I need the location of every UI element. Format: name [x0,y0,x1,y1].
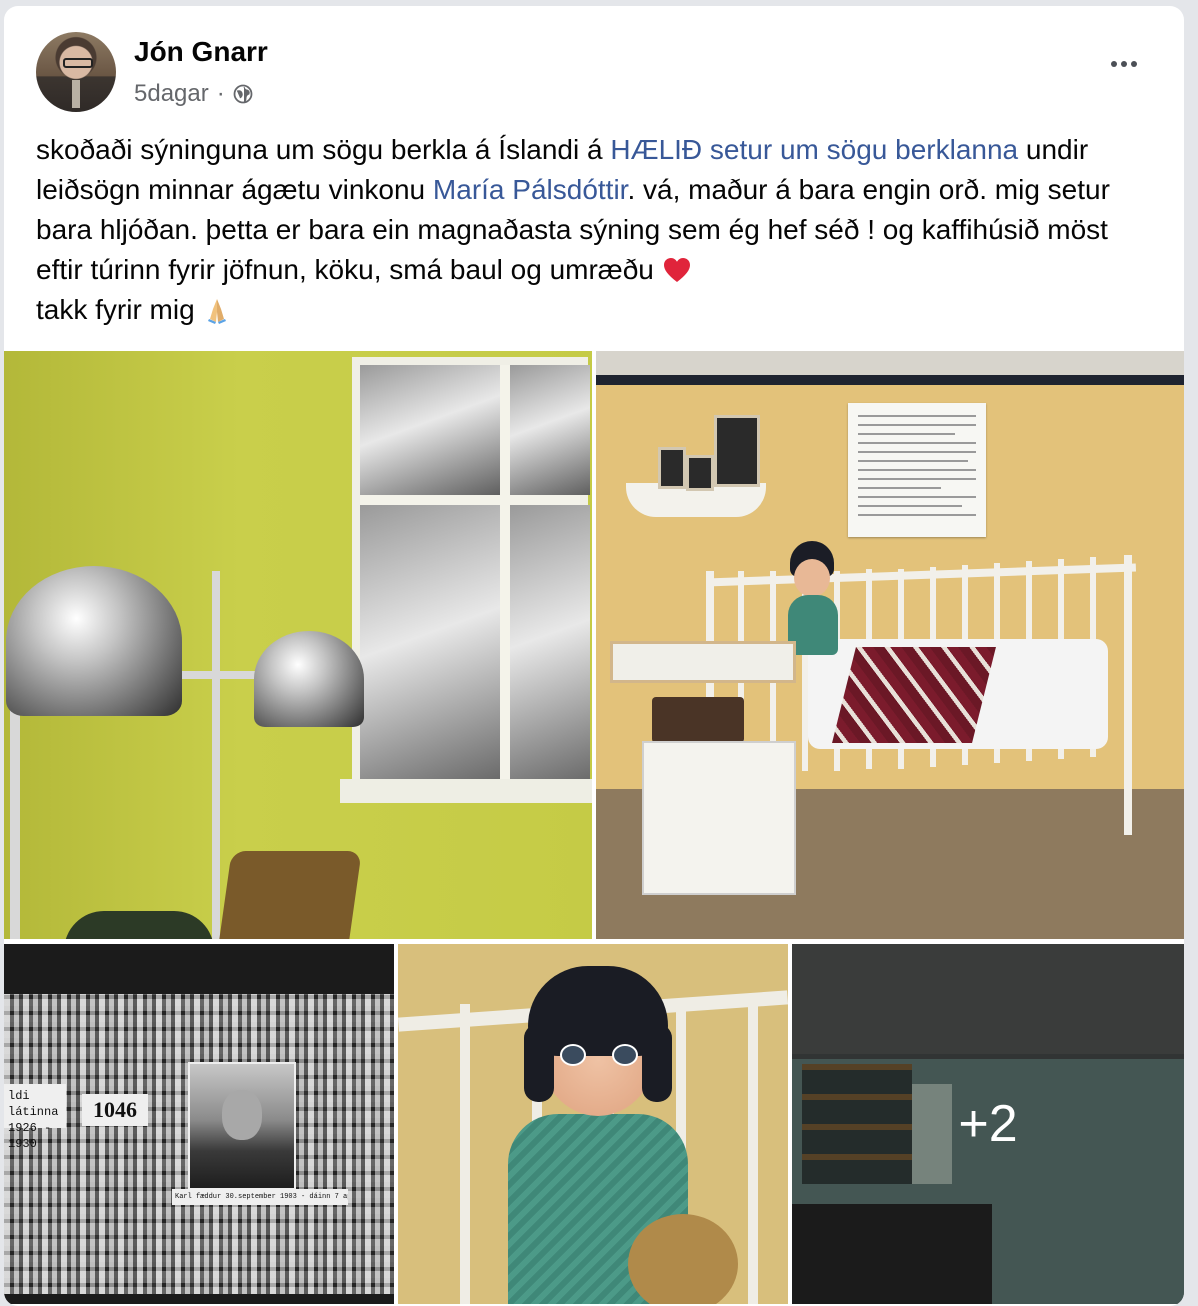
more-dot [1121,61,1127,67]
sunlamp [6,566,182,716]
window-sill [340,779,592,803]
doll-hat-flap [642,1024,672,1102]
photo-frame [714,415,760,487]
photo-frame [686,455,714,491]
post-header: Jón Gnarr 5dagar · [36,32,1156,118]
suitcase [652,697,744,743]
doll-eye [612,1044,638,1066]
meta-separator: · [216,80,225,107]
more-dot [1131,61,1137,67]
avatar-tie [72,80,80,108]
photo-cafe-more[interactable]: +2 [792,944,1184,1304]
photo-crib-room[interactable] [596,351,1184,939]
photo-window [352,357,590,797]
globe-icon[interactable] [233,84,253,104]
crib-rail [1124,555,1132,835]
red-heart-icon [663,258,690,282]
doll-hat-flap [524,1024,554,1102]
link-maria-palsdottir[interactable]: María Pálsdóttir [433,174,628,205]
post-text-line2: takk fyrir mig [36,294,203,325]
portrait-face [222,1090,262,1140]
memorial-count-label: 1046 [82,1094,148,1126]
doll-eye [560,1044,586,1066]
avatar-glasses [63,58,93,68]
photo-memorial-wall[interactable]: ldi látinna 1926 - 1930 1046 Karl fæddur… [4,944,394,1304]
chair [64,911,214,939]
more-options-button[interactable] [1102,50,1146,78]
bedside-table [610,641,796,921]
chair [216,851,362,939]
photo-doll-closeup[interactable] [398,944,788,1304]
window-bar [500,365,510,789]
table-top [610,641,796,683]
crochet-blanket [832,647,996,743]
memorial-portrait [188,1062,296,1190]
more-dot [1111,61,1117,67]
sunlamp [254,631,364,727]
post-time[interactable]: 5dagar [134,80,209,108]
photo-sunlamps-room[interactable] [4,351,592,939]
window-pane [510,365,590,495]
folded-hands-icon [208,299,227,324]
more-photos-overlay[interactable]: +2 [792,944,1184,1304]
post-card: Jón Gnarr 5dagar · skoðaði sýninguna um … [4,6,1184,1306]
post-text: skoðaði sýninguna um sögu berkla á Íslan… [36,130,1156,330]
memorial-caption: Karl fæddur 30.september 1903 - dáinn 7 … [172,1189,348,1205]
author-name[interactable]: Jón Gnarr [134,36,268,68]
avatar[interactable] [36,32,116,112]
post-meta: 5dagar · [134,80,253,108]
window-pane [360,505,500,795]
lamp-pole [212,571,220,939]
window-pane [510,505,590,795]
info-poster [848,403,986,537]
link-haelid[interactable]: HÆLIÐ setur um sögu berklanna [610,134,1018,165]
window-pane [360,365,500,495]
lamp-pole [10,681,20,939]
post-text-part1: skoðaði sýninguna um sögu berkla á Íslan… [36,134,611,165]
memorial-label-years: ldi látinna 1926 - 1930 [4,1084,66,1151]
window-bar [360,495,580,505]
table-cabinet [642,741,796,895]
more-photos-count: +2 [958,1095,1018,1153]
teddy-bear [628,1214,738,1304]
photo-frame [658,447,686,489]
